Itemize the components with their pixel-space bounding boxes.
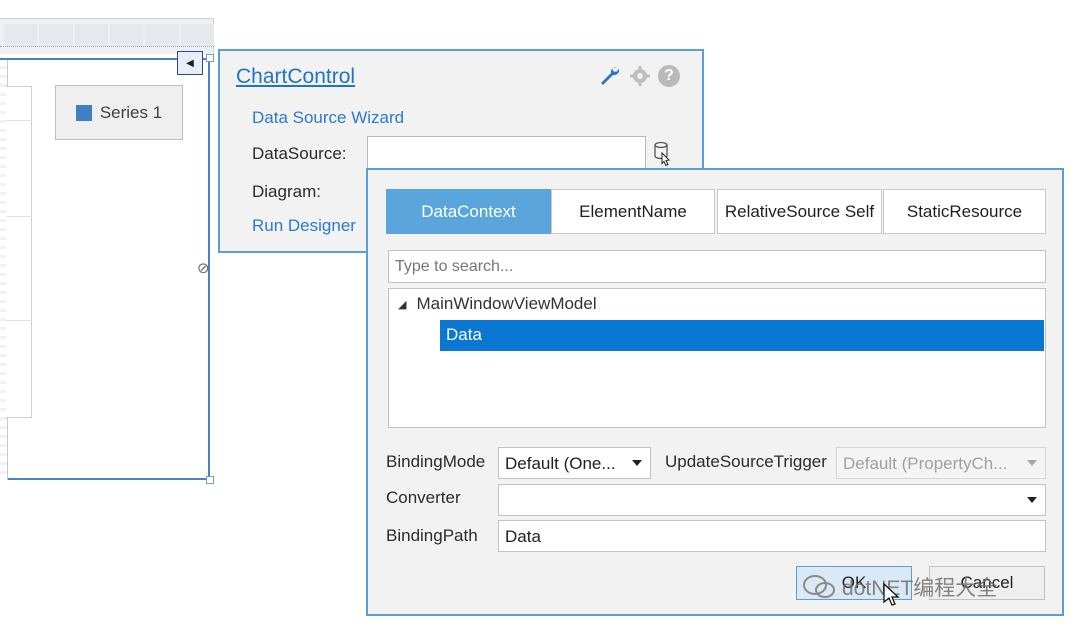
collapse-triangle-icon[interactable]: ◢ bbox=[398, 298, 406, 311]
plot-gridline bbox=[6, 216, 32, 217]
tree-node-root[interactable]: ◢ MainWindowViewModel bbox=[398, 294, 597, 314]
triangle-left-icon: ◀ bbox=[186, 57, 194, 69]
binding-path-value: Data bbox=[505, 527, 541, 546]
chain-link-icon: ⊘ bbox=[197, 260, 210, 277]
plot-gridline bbox=[6, 120, 32, 121]
ruler-guide bbox=[0, 46, 214, 47]
gear-icon[interactable] bbox=[628, 64, 652, 88]
tab-staticresource[interactable]: StaticResource bbox=[883, 189, 1046, 234]
resize-handle[interactable] bbox=[206, 476, 214, 484]
mouse-pointer-icon bbox=[882, 582, 902, 608]
datasource-input[interactable] bbox=[367, 136, 646, 169]
diagram-label: Diagram: bbox=[252, 182, 321, 201]
chat-bubble-icon bbox=[803, 575, 835, 598]
converter-select[interactable] bbox=[498, 484, 1046, 516]
converter-label: Converter bbox=[386, 488, 461, 507]
panel-toolbar: ? bbox=[598, 64, 680, 88]
update-source-trigger-select: Default (PropertyCh... bbox=[836, 447, 1046, 479]
binding-mode-label: BindingMode bbox=[386, 452, 486, 471]
watermark-text: dotNET编程大全 bbox=[842, 577, 998, 600]
ruler-cells bbox=[0, 24, 214, 46]
run-designer-link[interactable]: Run Designer bbox=[252, 216, 356, 236]
binding-mode-select[interactable]: Default (One... bbox=[498, 447, 651, 479]
tree-node-label: Data bbox=[446, 325, 482, 344]
chart-plot-area[interactable] bbox=[6, 86, 32, 418]
tree-node-selected[interactable]: Data bbox=[440, 320, 1044, 351]
chevron-down-icon bbox=[1027, 497, 1037, 503]
smart-tag-toggle[interactable]: ◀ bbox=[177, 51, 203, 75]
tree-root-label: MainWindowViewModel bbox=[416, 294, 597, 313]
update-source-trigger-value: Default (PropertyCh... bbox=[843, 454, 1008, 473]
wrench-icon[interactable] bbox=[598, 64, 622, 88]
binding-path-label: BindingPath bbox=[386, 526, 478, 545]
plot-gridline bbox=[6, 320, 32, 321]
binding-path-input[interactable]: Data bbox=[498, 520, 1046, 552]
tab-datacontext[interactable]: DataContext bbox=[386, 189, 551, 234]
binding-mode-value: Default (One... bbox=[505, 454, 616, 473]
help-icon[interactable]: ? bbox=[658, 65, 680, 87]
update-source-trigger-label: UpdateSourceTrigger bbox=[665, 452, 827, 471]
datasource-label: DataSource: bbox=[252, 144, 347, 163]
tab-relativesource-self[interactable]: RelativeSource Self bbox=[717, 189, 882, 234]
search-input[interactable] bbox=[388, 250, 1046, 283]
series-swatch-icon bbox=[75, 104, 92, 121]
database-icon[interactable] bbox=[652, 140, 674, 168]
chevron-down-icon bbox=[1027, 460, 1037, 466]
chart-legend[interactable]: Series 1 bbox=[55, 85, 183, 140]
resize-handle[interactable] bbox=[206, 54, 214, 62]
tab-elementname[interactable]: ElementName bbox=[551, 189, 715, 234]
data-source-wizard-link[interactable]: Data Source Wizard bbox=[252, 108, 404, 128]
panel-title-link[interactable]: ChartControl bbox=[236, 65, 355, 89]
chevron-down-icon bbox=[632, 460, 642, 466]
legend-series-label: Series 1 bbox=[99, 102, 163, 122]
